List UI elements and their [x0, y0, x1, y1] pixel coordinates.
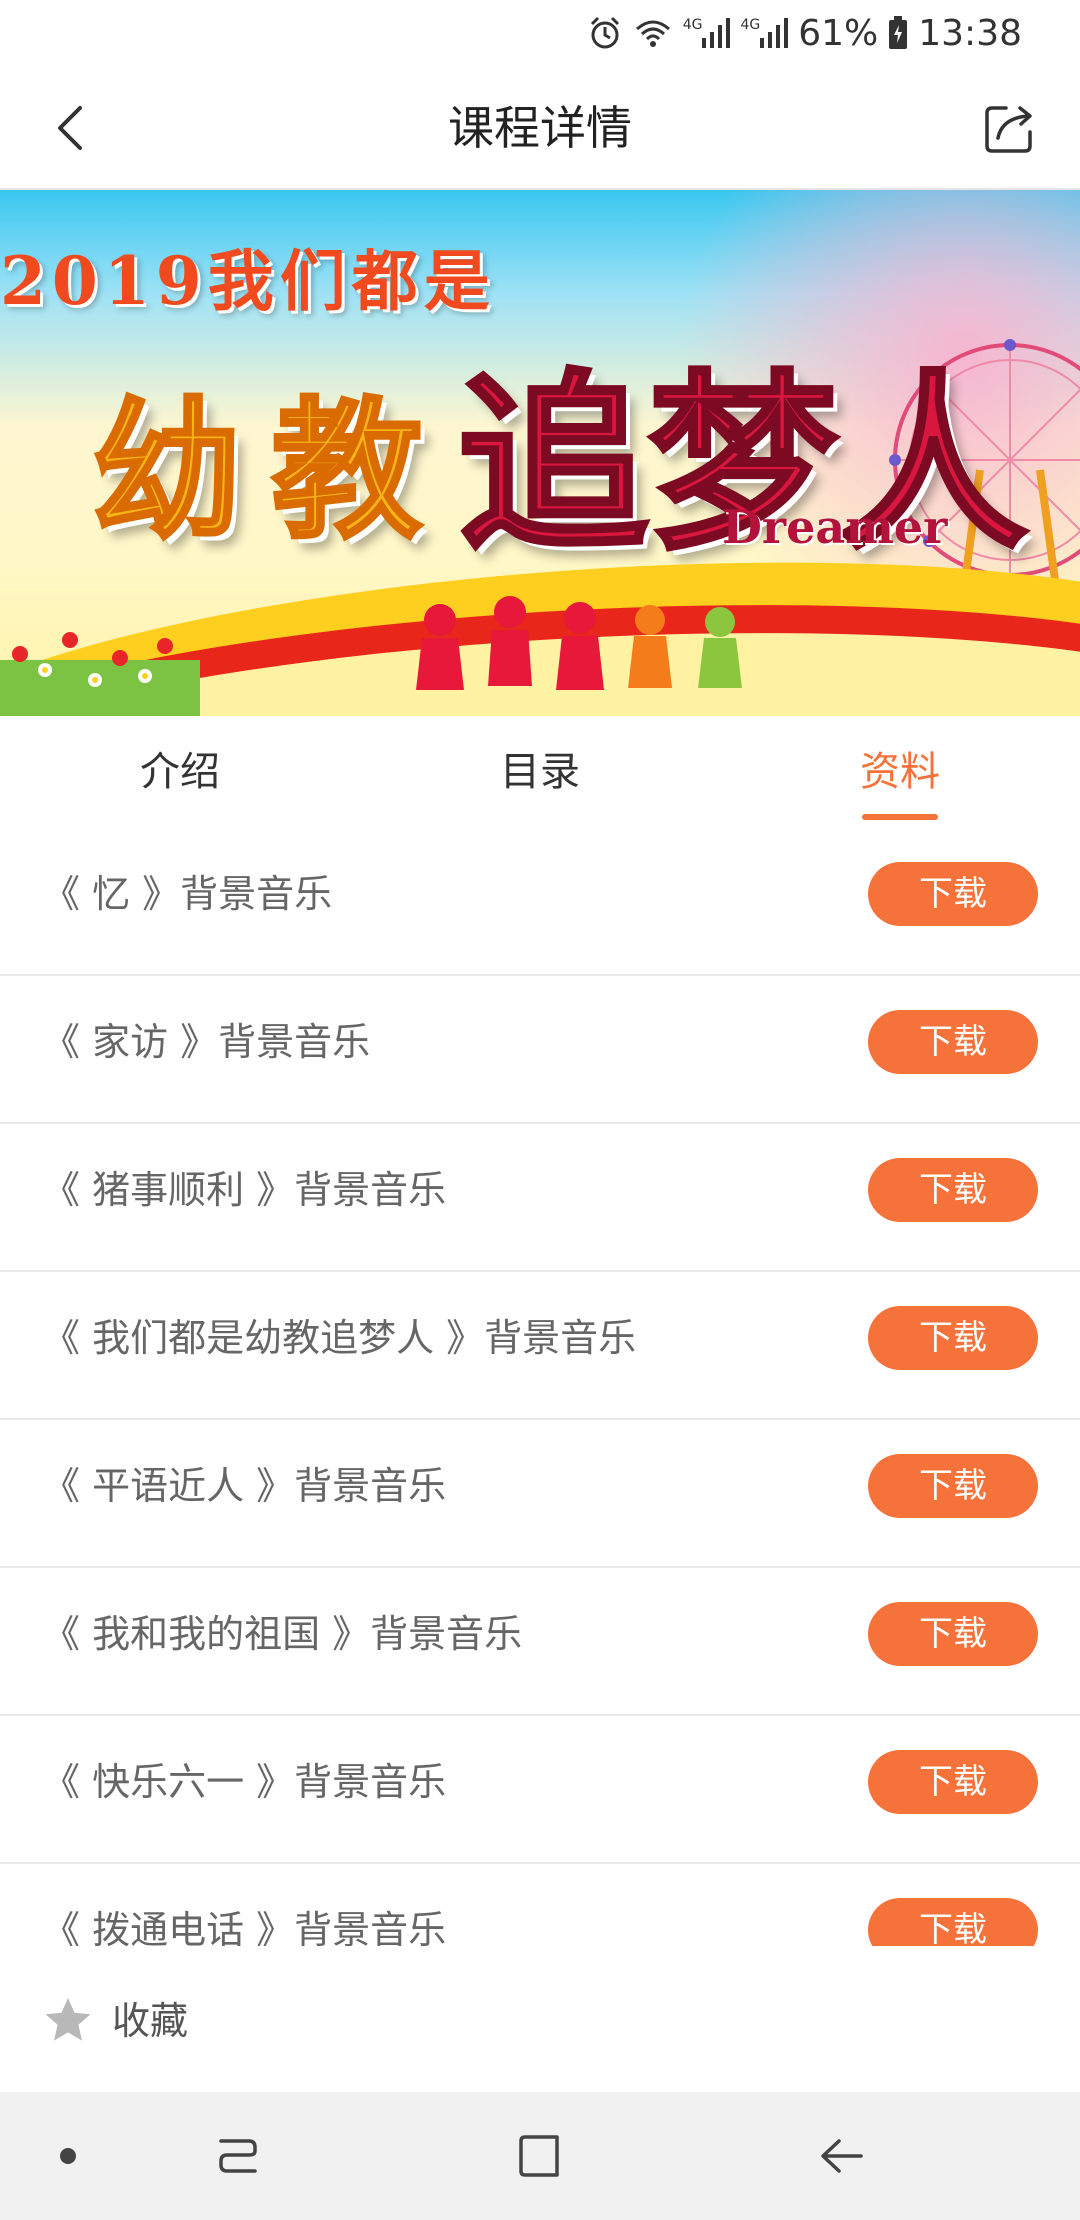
download-button[interactable]: 下载 [868, 1158, 1038, 1222]
list-item: 《 平语近人 》背景音乐 下载 [0, 1420, 1080, 1568]
children-silhouettes-illustration [416, 596, 742, 690]
back-arrow-icon [821, 2139, 863, 2173]
download-button[interactable]: 下载 [868, 862, 1038, 926]
tab-catalog[interactable]: 目录 [360, 716, 720, 828]
star-icon [45, 1998, 91, 2041]
home-button[interactable] [508, 2124, 572, 2188]
banner-subtitle: Dreamer [722, 500, 948, 554]
banner-year-line: 2019我们都是 [0, 242, 496, 320]
list-item: 《 我和我的祖国 》背景音乐 下载 [0, 1568, 1080, 1716]
course-tabs: 介绍 目录 资料 [0, 716, 1080, 828]
tab-intro-label: 介绍 [140, 749, 220, 795]
system-nav-bar [0, 2092, 1080, 2220]
favorite-button[interactable]: 收藏 [0, 1946, 1080, 2092]
material-name: 《 忆 》背景音乐 [42, 872, 333, 916]
favorite-label: 收藏 [112, 1999, 189, 2043]
signal-icon-2: 4G [740, 17, 789, 48]
tab-materials-label: 资料 [860, 749, 940, 795]
download-button[interactable]: 下载 [868, 1306, 1038, 1370]
recent-apps-icon [219, 2139, 257, 2173]
dot-icon [60, 2148, 76, 2164]
material-name: 《 快乐六一 》背景音乐 [42, 1760, 447, 1804]
status-bar: 4G 4G 61% 13:38 [0, 0, 1080, 66]
download-button[interactable]: 下载 [868, 1010, 1038, 1074]
wifi-icon [633, 15, 673, 51]
list-item: 《 忆 》背景音乐 下载 [0, 828, 1080, 976]
list-item: 《 家访 》背景音乐 下载 [0, 976, 1080, 1124]
battery-icon [888, 16, 908, 50]
back-button[interactable] [36, 94, 104, 162]
active-tab-indicator [862, 814, 938, 820]
download-button[interactable]: 下载 [868, 1750, 1038, 1814]
list-item: 《 拨通电话 》背景音乐 下载 [0, 1864, 1080, 1946]
download-button[interactable]: 下载 [868, 1898, 1038, 1946]
battery-percent: 61% [798, 12, 879, 54]
tab-intro[interactable]: 介绍 [0, 716, 360, 828]
material-name: 《 我和我的祖国 》背景音乐 [42, 1612, 523, 1656]
material-name: 《 猪事顺利 》背景音乐 [42, 1168, 447, 1212]
tab-materials[interactable]: 资料 [720, 716, 1080, 828]
header: 课程详情 [0, 66, 1080, 190]
share-button[interactable] [976, 94, 1044, 162]
material-name: 《 平语近人 》背景音乐 [42, 1464, 447, 1508]
material-name: 《 家访 》背景音乐 [42, 1020, 371, 1064]
network-type-2: 4G [740, 17, 761, 33]
chevron-left-icon [58, 106, 82, 150]
page-title: 课程详情 [448, 101, 632, 155]
clock: 13:38 [918, 12, 1022, 54]
materials-list[interactable]: 《 忆 》背景音乐 下载 《 家访 》背景音乐 下载 《 猪事顺利 》背景音乐 … [0, 828, 1080, 1946]
recent-apps-button[interactable] [206, 2124, 270, 2188]
material-name: 《 我们都是幼教追梦人 》背景音乐 [42, 1316, 637, 1360]
tab-catalog-label: 目录 [500, 749, 580, 795]
list-item: 《 我们都是幼教追梦人 》背景音乐 下载 [0, 1272, 1080, 1420]
status-icons: 4G 4G 61% 13:38 [587, 10, 1022, 56]
network-type-1: 4G [682, 17, 703, 33]
home-square-icon [519, 2135, 559, 2177]
list-item: 《 猪事顺利 》背景音乐 下载 [0, 1124, 1080, 1272]
download-button[interactable]: 下载 [868, 1602, 1038, 1666]
alarm-icon [587, 15, 623, 51]
signal-icon-1: 4G [683, 18, 731, 48]
material-name: 《 拨通电话 》背景音乐 [42, 1908, 447, 1946]
course-banner: 2019我们都是 幼教 追梦人 Dreamer [0, 190, 1080, 716]
list-item: 《 快乐六一 》背景音乐 下载 [0, 1716, 1080, 1864]
nav-dot-button[interactable] [36, 2124, 100, 2188]
flowers-illustration [0, 632, 200, 716]
banner-title-part1: 幼教 [90, 383, 453, 561]
back-nav-button[interactable] [810, 2124, 874, 2188]
share-icon [985, 106, 1032, 153]
download-button[interactable]: 下载 [868, 1454, 1038, 1518]
